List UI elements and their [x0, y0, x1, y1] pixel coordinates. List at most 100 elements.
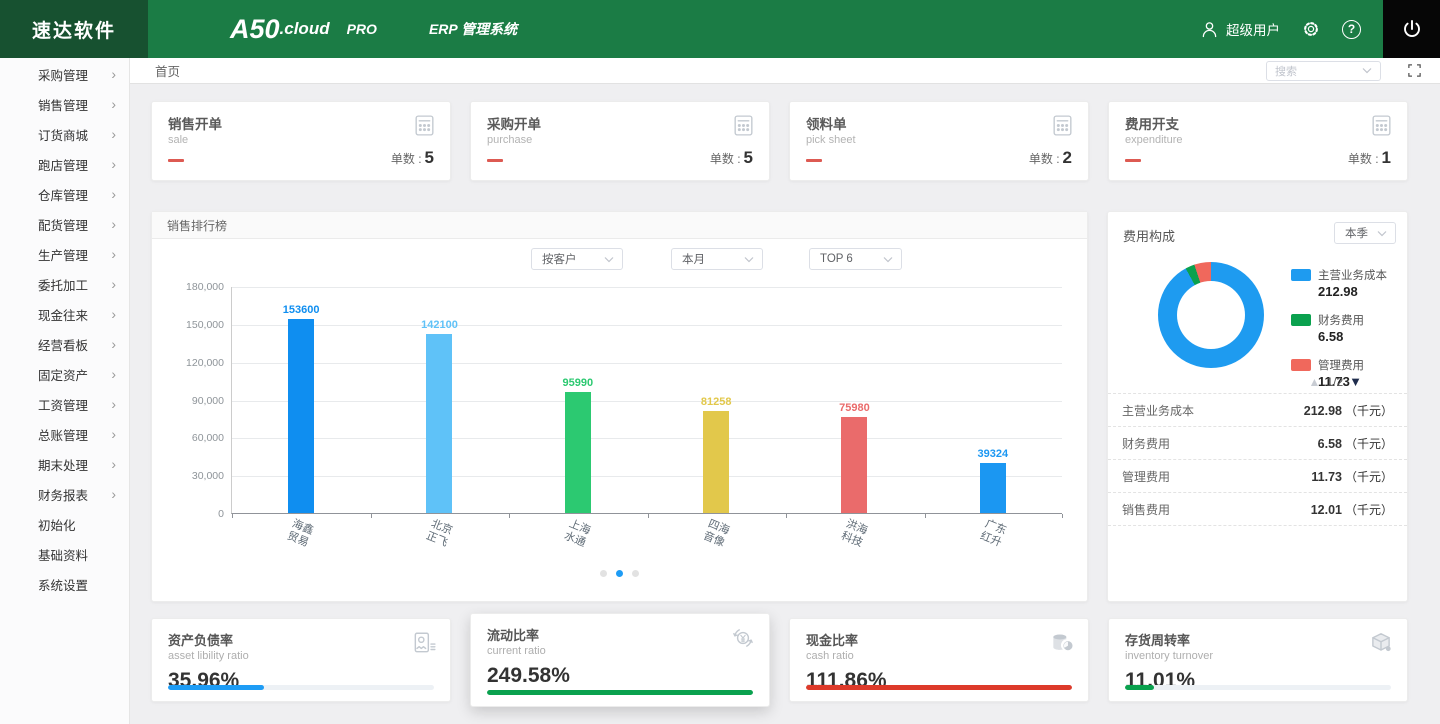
x-tick: [648, 514, 649, 518]
sidebar-item[interactable]: 期末处理 ›: [0, 449, 129, 479]
donut-legend: 主营业务成本 212.98 财务费用 6.58 管理费用 11.73: [1291, 267, 1387, 389]
expense-row: 财务费用 6.58（千元）: [1108, 427, 1407, 460]
stat-subtitle: expenditure: [1125, 134, 1391, 146]
sidebar-item-label: 现金往来: [0, 305, 88, 324]
chevron-right-icon: ›: [111, 457, 116, 471]
search-input[interactable]: 搜索: [1266, 61, 1381, 81]
sales-ranking-panel: 销售排行榜 按客户 本月 TOP 6 030,00060,00090,00012…: [151, 211, 1088, 602]
legend-swatch: [1291, 359, 1311, 371]
pager-down-icon[interactable]: ▼: [1349, 374, 1362, 389]
chevron-down-icon: [883, 256, 893, 263]
help-icon[interactable]: ?: [1342, 20, 1361, 39]
x-category-label: 广东 红升: [924, 521, 1063, 547]
sidebar-item[interactable]: 销售管理 ›: [0, 89, 129, 119]
sidebar-item[interactable]: 工资管理 ›: [0, 389, 129, 419]
ratio-card-inventory-turnover: 存货周转率 inventory turnover 11.01%: [1108, 618, 1408, 702]
sidebar-item[interactable]: 固定资产 ›: [0, 359, 129, 389]
amount-dash: [1125, 159, 1141, 162]
report-icon: [411, 630, 437, 661]
sidebar-item[interactable]: 现金往来 ›: [0, 299, 129, 329]
stat-card-purchase: 采购开单 purchase 单数 :5: [470, 101, 770, 181]
sidebar-item[interactable]: 财务报表 ›: [0, 479, 129, 509]
stat-subtitle: pick sheet: [806, 134, 1072, 146]
main-content: 销售开单 sale 单数 :5 采购开单 purchase 单数 :5 领料单 …: [130, 84, 1440, 724]
bar-group: 75980: [785, 287, 923, 513]
legend-swatch: [1291, 314, 1311, 326]
bar: [426, 334, 452, 513]
sidebar-item[interactable]: 仓库管理 ›: [0, 179, 129, 209]
sidebar-item[interactable]: 总账管理 ›: [0, 419, 129, 449]
stat-subtitle: sale: [168, 134, 434, 146]
panel-title: 费用构成: [1123, 226, 1175, 245]
user-icon: [1199, 19, 1220, 40]
amount-dash: [806, 159, 822, 162]
sidebar-item[interactable]: 配货管理 ›: [0, 209, 129, 239]
logout-button[interactable]: [1383, 0, 1440, 58]
box-icon: [1368, 630, 1394, 661]
chevron-right-icon: ›: [111, 337, 116, 351]
sidebar-item-label: 仓库管理: [0, 185, 88, 204]
pager-up-icon[interactable]: ▲: [1309, 375, 1321, 389]
bar: [288, 319, 314, 513]
x-axis-labels: 海鑫 贸易北京 正飞上海 水通四海 音像洪海 科技广东 红升: [231, 521, 1062, 547]
x-category-label: 北京 正飞: [370, 521, 509, 547]
x-category-label: 上海 水通: [508, 521, 647, 547]
bar-plot: 15360014210095990812587598039324: [231, 287, 1062, 514]
product-edition: PRO: [347, 21, 377, 37]
y-tick-label: 0: [152, 508, 224, 520]
period-select[interactable]: 本季: [1334, 222, 1396, 244]
count-label: 单数 :: [710, 152, 741, 166]
y-tick-label: 150,000: [152, 319, 224, 331]
carousel-dot[interactable]: [600, 570, 607, 577]
sidebar-item-label: 总账管理: [0, 425, 88, 444]
y-tick-label: 30,000: [152, 470, 224, 482]
donut-hole: [1177, 281, 1245, 349]
chevron-down-icon: [604, 256, 614, 263]
sidebar-item[interactable]: 订货商城 ›: [0, 119, 129, 149]
x-category-label: 海鑫 贸易: [231, 521, 370, 547]
stat-card-expenditure: 费用开支 expenditure 单数 :1: [1108, 101, 1408, 181]
sidebar-item[interactable]: 采购管理 ›: [0, 59, 129, 89]
sidebar-item-label: 固定资产: [0, 365, 88, 384]
stat-title: 销售开单: [168, 113, 434, 133]
legend-swatch: [1291, 269, 1311, 281]
ratio-card-asset-liability: 资产负债率 asset libility ratio 35.96%: [151, 618, 451, 702]
bar: [703, 411, 729, 514]
carousel-dot[interactable]: [616, 570, 623, 577]
bar-value-label: 95990: [563, 377, 594, 389]
filter-dimension-select[interactable]: 按客户: [531, 248, 623, 270]
sidebar-item[interactable]: 跑店管理 ›: [0, 149, 129, 179]
sidebar-item[interactable]: 基础资料 ›: [0, 539, 129, 569]
gear-icon[interactable]: [1301, 19, 1321, 39]
sidebar-item[interactable]: 经营看板 ›: [0, 329, 129, 359]
sidebar-item[interactable]: 系统设置 ›: [0, 569, 129, 599]
chevron-right-icon: ›: [111, 67, 116, 81]
bar: [980, 463, 1006, 513]
filter-period-select[interactable]: 本月: [671, 248, 763, 270]
sidebar-item-label: 配货管理: [0, 215, 88, 234]
sidebar-item[interactable]: 委托加工 ›: [0, 269, 129, 299]
calculator-icon: [1369, 113, 1394, 143]
fullscreen-icon[interactable]: [1407, 63, 1422, 78]
carousel-dot[interactable]: [632, 570, 639, 577]
tab-home[interactable]: 首页: [155, 61, 180, 80]
bar-value-label: 153600: [283, 304, 320, 316]
count-label: 单数 :: [391, 152, 422, 166]
ratio-card-row: 资产负债率 asset libility ratio 35.96% 流动比率 c…: [151, 618, 1408, 707]
bar-value-label: 39324: [978, 448, 1009, 460]
filter-top-select[interactable]: TOP 6: [809, 248, 902, 270]
chevron-down-icon: [1362, 67, 1372, 74]
sidebar-item-label: 生产管理: [0, 245, 88, 264]
bar-group: 81258: [647, 287, 785, 513]
app-header: 速达软件 A50 .cloud PRO ERP 管理系统 超级用户 ?: [0, 0, 1440, 58]
y-axis-labels: 030,00060,00090,000120,000150,000180,000: [156, 287, 224, 514]
bar-value-label: 81258: [701, 396, 732, 408]
calculator-icon: [1050, 113, 1075, 143]
progress-bar: [168, 685, 434, 690]
chevron-right-icon: ›: [111, 157, 116, 171]
chevron-right-icon: ›: [111, 307, 116, 321]
user-menu[interactable]: 超级用户: [1199, 19, 1280, 40]
sidebar-item[interactable]: 初始化 ›: [0, 509, 129, 539]
sidebar-item[interactable]: 生产管理 ›: [0, 239, 129, 269]
stat-title: 费用开支: [1125, 113, 1391, 133]
